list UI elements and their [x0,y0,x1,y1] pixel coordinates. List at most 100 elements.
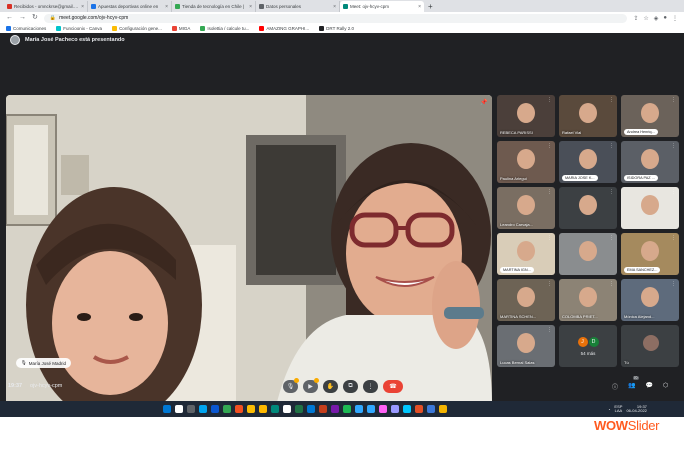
tile-options-icon[interactable]: ⋮ [547,97,552,103]
taskbar-app-icon[interactable] [223,405,231,413]
forward-icon[interactable]: → [19,12,26,24]
language-indicator[interactable]: ESP LAA [614,404,622,414]
bookmark-item[interactable]: Comunicaciones [6,26,46,31]
bookmark-item[interactable]: Funcioonix - Canva [56,26,102,31]
self-tile[interactable]: Tú [621,325,679,367]
tile-options-icon[interactable]: ⋮ [609,235,614,241]
taskbar-app-icon[interactable] [343,405,351,413]
taskbar-app-icon[interactable] [403,405,411,413]
tab-close-icon[interactable]: × [249,4,252,10]
participant-tile[interactable]: MARIA JOSE K... ⋮ [559,141,617,183]
bookmark-item[interactable]: MIGA [171,26,190,31]
participant-tile[interactable]: Rafael Vial ⋮ [559,95,617,137]
tile-options-icon[interactable]: ⋮ [671,189,676,195]
taskbar-app-icon[interactable] [379,405,387,413]
participant-tile[interactable]: EMA SANCHEZ... ⋮ [621,233,679,275]
participant-tile[interactable]: Andrea Henriq... ⋮ [621,95,679,137]
taskbar-app-icon[interactable] [175,405,183,413]
mic-button[interactable]: 🎙 [283,377,299,393]
tab-close-icon[interactable]: × [165,4,168,10]
bookmark-item[interactable]: AMAZING GRAPHI... [259,26,309,31]
tile-options-icon[interactable]: ⋮ [609,97,614,103]
taskbar-app-icon[interactable] [367,405,375,413]
taskbar-app-icon[interactable] [331,405,339,413]
participant-tile[interactable]: Leandro Carvaja... ⋮ [497,187,555,229]
tile-options-icon[interactable]: ⋮ [547,235,552,241]
browser-tab[interactable]: Tienda de tecnología en Chile | × [172,1,256,12]
tile-options-icon[interactable]: ⋮ [609,281,614,287]
people-icon[interactable]: 👥 70 [628,375,639,391]
bookmark-item[interactable]: DRT Rally 2.0 [319,26,354,31]
participant-tile[interactable]: ⋮ [621,187,679,229]
participant-tile[interactable]: ⋮ [559,187,617,229]
tile-options-icon[interactable]: ⋮ [547,281,552,287]
taskbar-app-icon[interactable] [163,405,171,413]
share-icon[interactable]: ⇪ [633,15,638,22]
star-icon[interactable]: ☆ [643,15,648,22]
extensions-icon[interactable]: ◈ [654,15,659,22]
browser-tab[interactable]: Recibidos - omnckrse@gmail.com × [4,1,88,12]
pin-icon[interactable]: 📌 [480,99,487,106]
taskbar-app-icon[interactable] [439,405,447,413]
browser-tab[interactable]: Apuestas deportivas online en × [88,1,172,12]
participant-tile[interactable]: COLOMBA PRIET... ⋮ [559,279,617,321]
participant-tile[interactable]: Mónica Alejand... ⋮ [621,279,679,321]
end-call-button[interactable]: ☎ [383,379,403,393]
info-icon[interactable]: ⓘ [612,382,618,391]
taskbar-app-icon[interactable] [235,405,243,413]
participant-tile[interactable]: REBECA PARISSI ⋮ [497,95,555,137]
new-tab-button[interactable]: + [424,1,437,12]
tile-options-icon[interactable]: ⋮ [547,327,552,333]
tab-close-icon[interactable]: × [81,4,84,10]
chat-icon[interactable]: 💬 [646,382,653,391]
profile-icon[interactable]: ● [663,15,667,22]
taskbar-app-icon[interactable] [211,405,219,413]
raise-hand-button[interactable]: ✋ [323,379,338,393]
participant-tile[interactable]: MARTINA SCHEN... ⋮ [497,279,555,321]
participant-tile[interactable]: Paulina Arlegui ⋮ [497,141,555,183]
taskbar-app-icon[interactable] [427,405,435,413]
taskbar-app-icon[interactable] [319,405,327,413]
reload-icon[interactable]: ↻ [32,12,38,24]
participant-tile[interactable]: ISIDORA PAZ ... ⋮ [621,141,679,183]
tab-close-icon[interactable]: × [418,4,421,10]
browser-tab[interactable]: Meet: ojv-hcyv-cpm × [340,1,424,12]
taskbar-app-icon[interactable] [295,405,303,413]
taskbar-app-icon[interactable] [199,405,207,413]
browser-tab[interactable]: Datos personales × [256,1,340,12]
tile-options-icon[interactable]: ⋮ [609,143,614,149]
tile-options-icon[interactable]: ⋮ [671,143,676,149]
tab-close-icon[interactable]: × [333,4,336,10]
wifi-icon[interactable]: ◔ [608,407,610,412]
activities-icon[interactable]: ⬡ [663,382,668,391]
taskbar-app-icon[interactable] [283,405,291,413]
participant-tile[interactable]: MARTINA IGN... ⋮ [497,233,555,275]
taskbar-app-icon[interactable] [247,405,255,413]
taskbar-app-icon[interactable] [355,405,363,413]
camera-button[interactable]: ▶ [303,377,319,393]
menu-icon[interactable]: ⋮ [672,15,678,22]
main-video-tile[interactable]: 📌 🎙 María José Madrid [6,95,492,406]
participant-tile[interactable]: Lucas Bernal Salas ⋮ [497,325,555,367]
more-participants-tile[interactable]: J D 54 más [559,325,617,367]
tile-options-icon[interactable]: ⋮ [671,281,676,287]
bookmark-item[interactable]: Configuración gene... [112,26,162,31]
more-options-button[interactable]: ⋮ [363,379,378,393]
tray-clock[interactable]: 19:37 06-04-2022 [626,404,646,414]
taskbar-app-icon[interactable] [307,405,315,413]
taskbar-app-icon[interactable] [187,405,195,413]
tile-options-icon[interactable]: ⋮ [671,235,676,241]
present-button[interactable]: ⧉ [343,379,358,393]
tile-options-icon[interactable]: ⋮ [547,143,552,149]
tile-options-icon[interactable]: ⋮ [547,189,552,195]
taskbar-app-icon[interactable] [391,405,399,413]
taskbar-app-icon[interactable] [415,405,423,413]
taskbar-app-icon[interactable] [259,405,267,413]
address-bar[interactable]: 🔒 meet.google.com/ojv-hcyv-cpm [43,13,628,23]
taskbar-app-icon[interactable] [271,405,279,413]
bookmark-item[interactable]: Isolettia / calcule tu... [200,26,249,31]
tile-options-icon[interactable]: ⋮ [609,189,614,195]
tile-options-icon[interactable]: ⋮ [671,97,676,103]
back-icon[interactable]: ← [6,12,13,24]
participant-tile[interactable]: ⋮ [559,233,617,275]
